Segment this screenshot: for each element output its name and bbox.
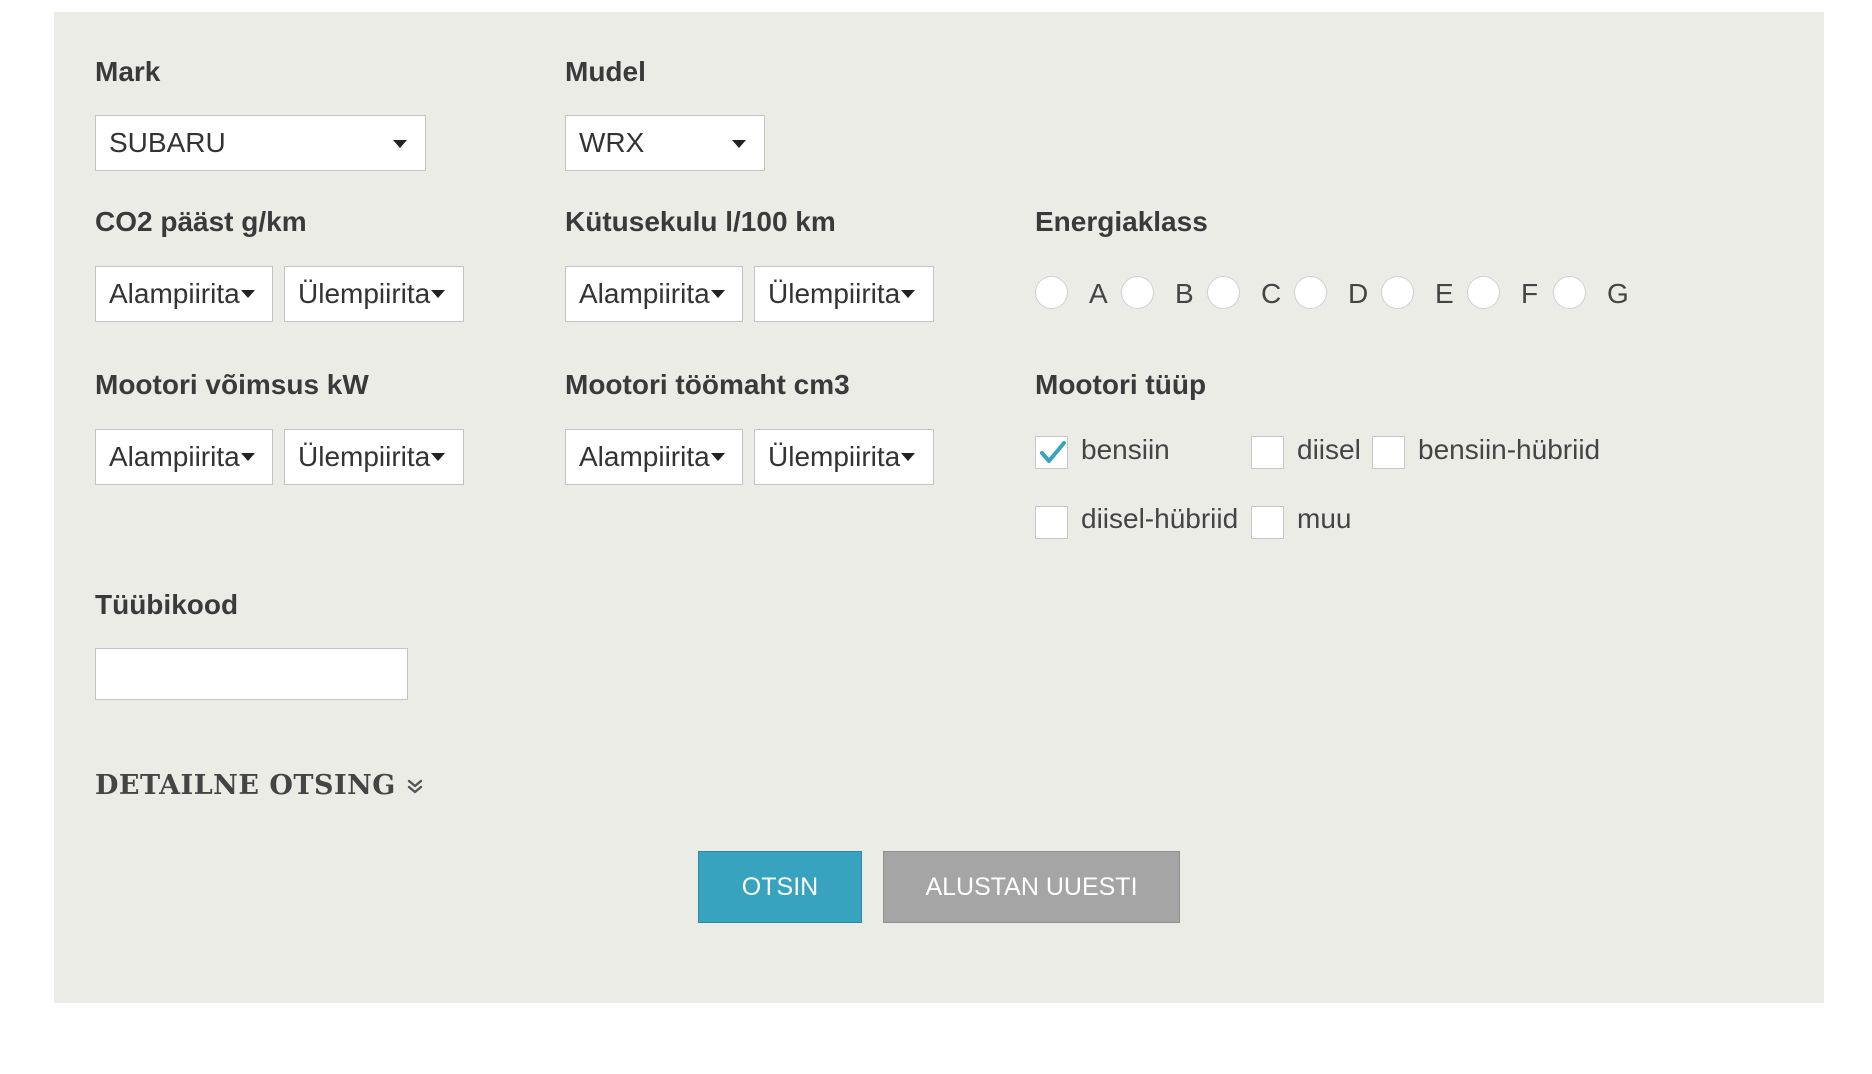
kytusekulu-min-value: Alampiirita <box>579 278 710 309</box>
caret-down-icon <box>431 290 446 298</box>
checkbox-diisel-hybriid[interactable] <box>1035 506 1068 539</box>
energiaklass-radio-d[interactable] <box>1294 276 1327 309</box>
toomaht-label: Mootori töömaht cm3 <box>565 369 850 400</box>
caret-down-icon <box>710 453 725 461</box>
voimsus-label: Mootori võimsus kW <box>95 369 369 400</box>
kytusekulu-max-select[interactable]: Ülempiirita <box>754 266 934 322</box>
checkbox-label-bensiin-hybriid: bensiin-hübriid <box>1418 434 1601 465</box>
checkbox-label-diisel: diisel <box>1297 434 1361 465</box>
caret-down-icon <box>901 453 916 461</box>
energiaklass-radio-e[interactable] <box>1381 276 1414 309</box>
caret-down-icon <box>901 290 916 298</box>
detail-search-label: DETAILNE OTSING <box>95 770 396 801</box>
energiaklass-radio-a[interactable] <box>1035 276 1068 309</box>
co2-max-select[interactable]: Ülempiirita <box>284 266 464 322</box>
mudel-select-value: WRX <box>579 127 645 158</box>
kytusekulu-label: Kütusekulu l/100 km <box>565 206 836 237</box>
voimsus-max-select[interactable]: Ülempiirita <box>284 429 464 485</box>
search-button[interactable]: OTSIN <box>698 851 862 923</box>
detail-search-toggle[interactable]: DETAILNE OTSING <box>95 770 424 801</box>
toomaht-min-value: Alampiirita <box>579 441 710 472</box>
double-chevron-down-icon <box>407 779 423 793</box>
voimsus-min-value: Alampiirita <box>109 441 240 472</box>
caret-down-icon <box>431 453 446 461</box>
toomaht-max-value: Ülempiirita <box>768 441 901 472</box>
checkbox-bensiin[interactable] <box>1035 436 1068 469</box>
voimsus-max-value: Ülempiirita <box>298 441 431 472</box>
energiaklass-label: Energiaklass <box>1035 206 1208 237</box>
energiaklass-option-label: G <box>1607 278 1629 309</box>
caret-down-icon <box>393 140 407 148</box>
tyybikood-label: Tüübikood <box>95 589 239 620</box>
checkbox-label-muu: muu <box>1297 503 1352 534</box>
energiaklass-option-label: C <box>1261 278 1282 309</box>
tyybikood-input[interactable] <box>95 648 408 700</box>
toomaht-max-select[interactable]: Ülempiirita <box>754 429 934 485</box>
caret-down-icon <box>732 140 746 148</box>
caret-down-icon <box>240 453 255 461</box>
energiaklass-option-label: A <box>1089 278 1108 309</box>
energiaklass-option-label: E <box>1435 278 1454 309</box>
mudel-select[interactable]: WRX <box>565 115 765 171</box>
checkbox-diisel[interactable] <box>1251 436 1284 469</box>
energiaklass-option-label: F <box>1521 278 1539 309</box>
checkbox-muu[interactable] <box>1251 506 1284 539</box>
caret-down-icon <box>710 290 725 298</box>
voimsus-min-select[interactable]: Alampiirita <box>95 429 273 485</box>
checkmark-icon <box>1040 441 1066 463</box>
mark-select-value: SUBARU <box>109 127 226 158</box>
co2-min-select[interactable]: Alampiirita <box>95 266 273 322</box>
energiaklass-radio-c[interactable] <box>1207 276 1240 309</box>
checkbox-label-bensiin: bensiin <box>1081 434 1170 465</box>
co2-min-value: Alampiirita <box>109 278 240 309</box>
energiaklass-radio-b[interactable] <box>1121 276 1154 309</box>
co2-label: CO2 pääst g/km <box>95 206 307 237</box>
kytusekulu-min-select[interactable]: Alampiirita <box>565 266 743 322</box>
toomaht-min-select[interactable]: Alampiirita <box>565 429 743 485</box>
mootori-tyyp-label: Mootori tüüp <box>1035 369 1207 400</box>
energiaklass-option-label: B <box>1175 278 1194 309</box>
energiaklass-option-label: D <box>1348 278 1369 309</box>
kytusekulu-max-value: Ülempiirita <box>768 278 901 309</box>
mudel-label: Mudel <box>565 56 646 87</box>
co2-max-value: Ülempiirita <box>298 278 431 309</box>
caret-down-icon <box>240 290 255 298</box>
reset-button[interactable]: ALUSTAN UUESTI <box>883 851 1180 923</box>
checkbox-label-diisel-hybriid: diisel-hübriid <box>1081 503 1239 534</box>
mark-label: Mark <box>95 56 161 87</box>
energiaklass-radio-f[interactable] <box>1467 276 1500 309</box>
energiaklass-radio-g[interactable] <box>1553 276 1586 309</box>
mark-select[interactable]: SUBARU <box>95 115 426 171</box>
checkbox-bensiin-hybriid[interactable] <box>1372 436 1405 469</box>
